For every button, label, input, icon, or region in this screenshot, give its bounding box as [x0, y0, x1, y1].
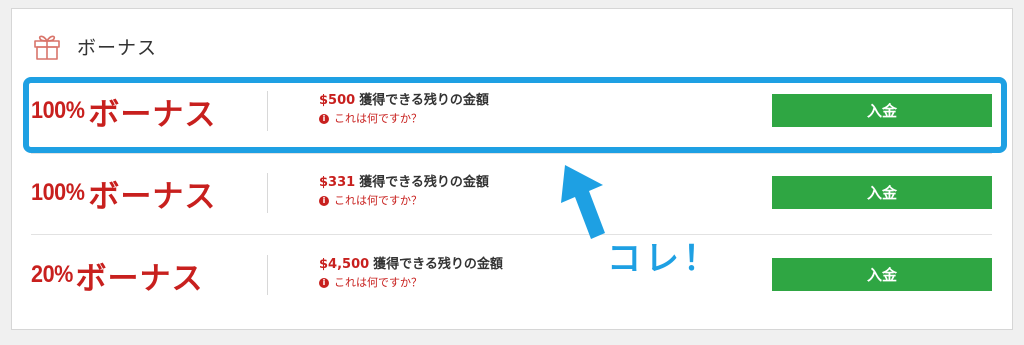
remaining-amount-line: $500 獲得できる残りの金額 [319, 92, 719, 110]
row-divider-vertical [267, 255, 268, 295]
bonus-row: 20% ボーナス $4,500 獲得できる残りの金額 i これは何ですか？ 入金 [31, 243, 992, 307]
help-link-text[interactable]: これは何ですか？ [334, 112, 422, 126]
bonus-title: 20% ボーナス [31, 243, 204, 307]
deposit-button[interactable]: 入金 [772, 176, 992, 209]
deposit-button[interactable]: 入金 [772, 94, 992, 127]
remaining-amount: $4,500 [319, 257, 370, 272]
help-link-text[interactable]: これは何ですか？ [334, 194, 422, 208]
bonus-info: $331 獲得できる残りの金額 i これは何ですか？ [319, 174, 719, 208]
callout-text: コレ！ [607, 239, 721, 279]
remaining-amount-desc: 獲得できる残りの金額 [359, 93, 489, 108]
info-icon: i [319, 278, 329, 288]
remaining-amount: $331 [319, 175, 356, 190]
gift-icon [31, 30, 63, 62]
bonus-percent: 100% [31, 97, 85, 124]
remaining-amount-desc: 獲得できる残りの金額 [359, 175, 489, 190]
bonus-row: 100% ボーナス $331 獲得できる残りの金額 i これは何ですか？ 入金 [31, 161, 992, 225]
remaining-amount: $500 [319, 93, 356, 108]
row-divider-vertical [267, 173, 268, 213]
bonus-info: $500 獲得できる残りの金額 i これは何ですか？ [319, 92, 719, 126]
info-icon: i [319, 196, 329, 206]
remaining-amount-line: $331 獲得できる残りの金額 [319, 174, 719, 192]
info-icon: i [319, 114, 329, 124]
bonus-label: ボーナス [88, 178, 217, 214]
page-title: ボーナス [77, 36, 158, 59]
deposit-button[interactable]: 入金 [772, 258, 992, 291]
row-divider-vertical [267, 91, 268, 131]
row-divider [31, 234, 992, 235]
bonus-label: ボーナス [75, 260, 204, 296]
remaining-amount-desc: 獲得できる残りの金額 [373, 257, 503, 272]
bonus-percent: 100% [31, 179, 85, 206]
bonus-row: 100% ボーナス $500 獲得できる残りの金額 i これは何ですか？ 入金 [31, 79, 992, 143]
bonus-percent: 20% [31, 261, 73, 288]
help-link-text[interactable]: これは何ですか？ [334, 276, 422, 290]
bonus-label: ボーナス [88, 96, 217, 132]
bonus-header: ボーナス [31, 30, 157, 62]
bonus-title: 100% ボーナス [31, 161, 216, 225]
row-divider [31, 153, 992, 154]
bonus-title: 100% ボーナス [31, 79, 216, 143]
help-link[interactable]: i これは何ですか？ [319, 112, 719, 126]
help-link[interactable]: i これは何ですか？ [319, 194, 719, 208]
